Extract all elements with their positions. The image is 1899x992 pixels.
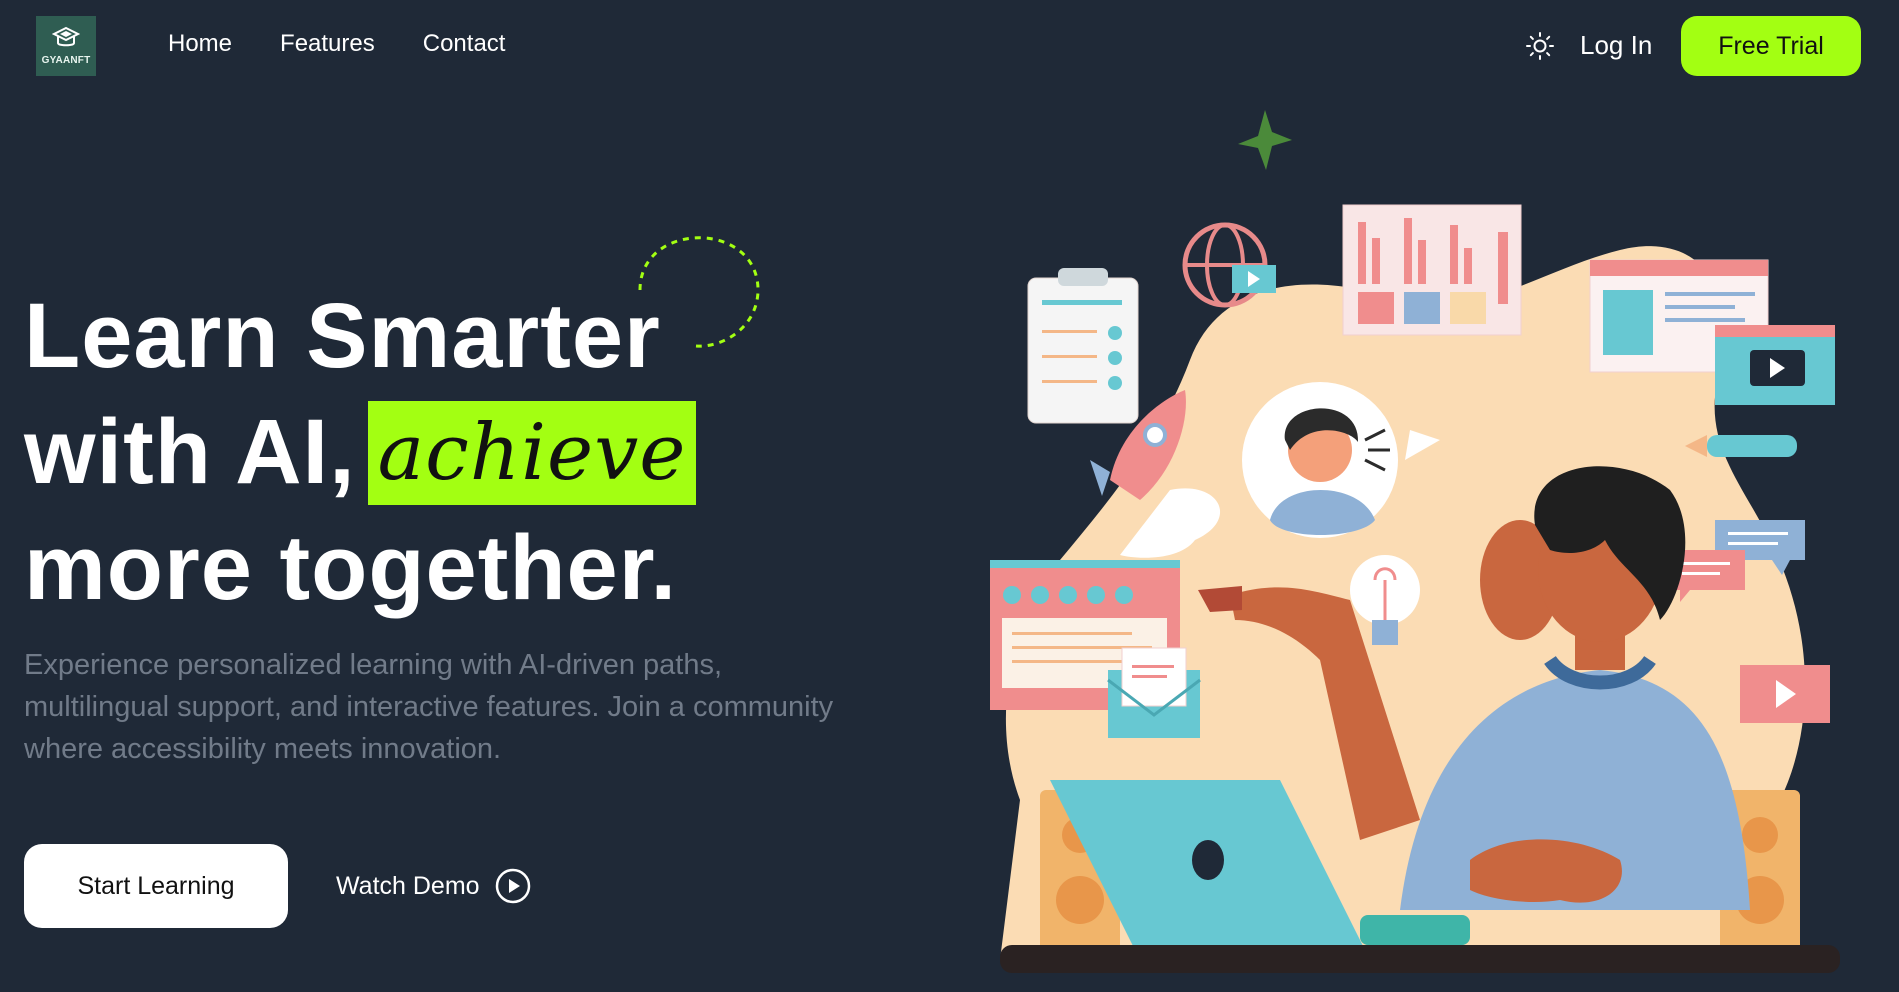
nav-home[interactable]: Home: [168, 30, 232, 58]
hero-headline: Learn Smarter with AI, achieve more toget…: [24, 278, 844, 626]
headline-line-1: Learn Smarter: [24, 285, 661, 387]
nav-contact[interactable]: Contact: [423, 30, 506, 58]
headline-line-2-text: with AI,: [24, 401, 356, 503]
top-navbar: GYAANFT Home Features Contact Log In Fre…: [0, 0, 1899, 94]
hero-subtext: Experience personalized learning with AI…: [24, 649, 834, 765]
logo-text: GYAANFT: [41, 55, 91, 66]
watch-demo-label: Watch Demo: [336, 871, 480, 900]
headline-highlight: achieve: [367, 401, 697, 505]
sun-icon[interactable]: [1524, 30, 1556, 62]
start-learning-button[interactable]: Start Learning: [24, 844, 288, 928]
person-at-laptop-illustration: [990, 110, 1840, 973]
star-icon: [1238, 110, 1292, 170]
nav-links: Home Features Contact: [168, 30, 505, 58]
logo[interactable]: GYAANFT: [36, 16, 96, 76]
play-circle-icon: [495, 868, 530, 904]
headline-line-3: more together.: [24, 517, 678, 619]
watch-demo-button[interactable]: Watch Demo: [336, 864, 532, 908]
nav-features[interactable]: Features: [280, 30, 375, 58]
landing-page: GYAANFT Home Features Contact Log In Fre…: [0, 0, 1899, 992]
headline-line-2: with AI, achieve: [24, 394, 844, 510]
free-trial-button[interactable]: Free Trial: [1681, 16, 1861, 76]
login-link[interactable]: Log In: [1580, 30, 1652, 61]
graduation-cap-icon: [52, 26, 80, 47]
